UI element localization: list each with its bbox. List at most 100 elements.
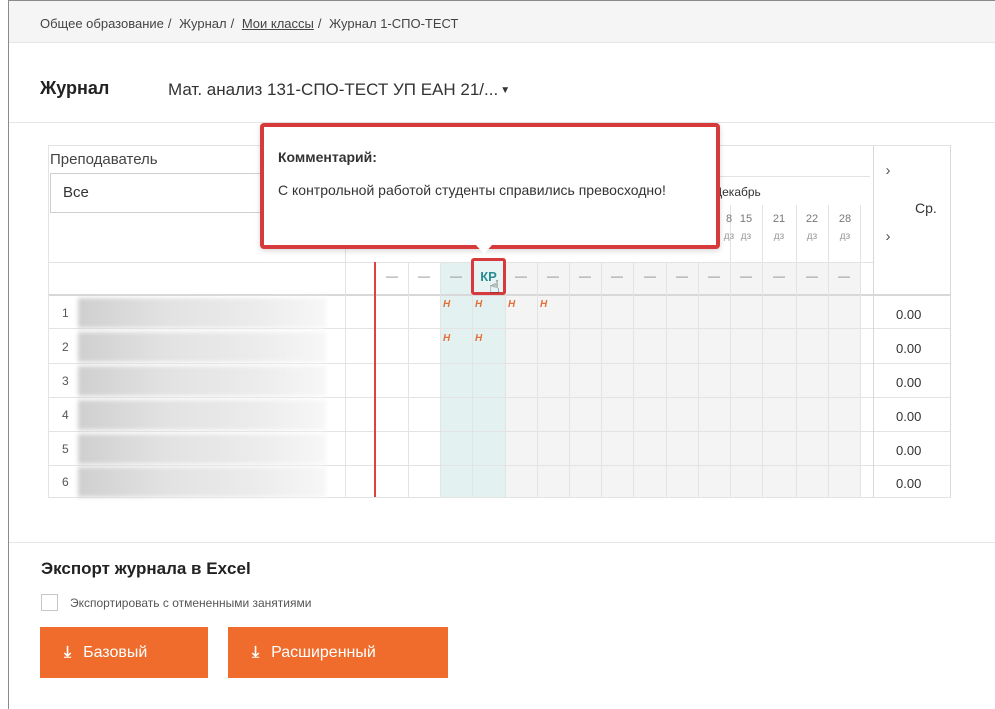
tooltip-pointer	[476, 245, 492, 254]
grid-line	[762, 205, 763, 497]
breadcrumb-separator: /	[167, 16, 172, 31]
download-icon: ⤓	[64, 643, 72, 661]
grid-line	[48, 145, 49, 497]
grid-line	[569, 262, 570, 497]
row-average: 0.00	[896, 443, 922, 458]
teacher-filter-label: Преподаватель	[50, 151, 158, 168]
student-name-redacted	[78, 467, 326, 497]
grid-line	[440, 262, 441, 497]
pointer-hand-icon: ☝	[489, 277, 500, 297]
export-title: Экспорт журнала в Excel	[41, 559, 251, 578]
grid-line	[345, 240, 346, 497]
row-average: 0.00	[896, 476, 922, 491]
breadcrumb-item-my-classes[interactable]: Мои классы	[242, 16, 314, 31]
grid-line	[408, 262, 409, 497]
row-number: 2	[62, 340, 69, 354]
absent-mark[interactable]: Н	[475, 333, 482, 344]
empty-mark[interactable]: —	[834, 269, 854, 283]
empty-mark[interactable]: —	[575, 269, 595, 283]
student-name-redacted	[78, 434, 326, 464]
export-cancelled-label[interactable]: Экспортировать с отмененными занятиями	[70, 596, 311, 610]
grid-line	[950, 145, 951, 497]
chevron-right-icon[interactable]: ›	[878, 228, 898, 245]
export-divider	[9, 542, 995, 543]
today-marker-line	[374, 262, 376, 497]
day-type: дз	[740, 231, 752, 242]
day-type: дз	[773, 231, 785, 242]
download-icon: ⤓	[252, 643, 260, 661]
grid-line	[48, 465, 951, 466]
grid-line	[873, 145, 874, 497]
grid-line	[48, 262, 873, 263]
empty-mark[interactable]: —	[769, 269, 789, 283]
day-type: дз	[839, 231, 851, 242]
empty-mark[interactable]: —	[704, 269, 724, 283]
grid-line	[505, 262, 506, 497]
breadcrumb-separator: /	[317, 16, 322, 31]
breadcrumb-item-education[interactable]: Общее образование	[40, 16, 164, 31]
absent-mark[interactable]: Н	[443, 333, 450, 344]
grid-line	[698, 262, 699, 497]
subject-dropdown[interactable]: Мат. анализ 131-СПО-ТЕСТ УП ЕАН 21/... ▼	[168, 80, 510, 100]
grid-line	[860, 205, 861, 497]
absent-mark[interactable]: Н	[508, 299, 515, 310]
grid-line	[48, 363, 951, 364]
empty-mark[interactable]: —	[446, 269, 466, 283]
breadcrumb-item-journal[interactable]: Журнал	[179, 16, 226, 31]
grid-line	[472, 262, 473, 497]
row-number: 5	[62, 442, 69, 456]
absent-mark[interactable]: Н	[475, 299, 482, 310]
empty-mark[interactable]: —	[543, 269, 563, 283]
breadcrumb-separator: /	[230, 16, 235, 31]
empty-mark[interactable]: —	[511, 269, 531, 283]
grid-line	[48, 328, 951, 329]
export-extended-label: Расширенный	[271, 643, 376, 661]
empty-mark[interactable]: —	[607, 269, 627, 283]
caret-down-icon: ▼	[500, 85, 511, 97]
day-number[interactable]: 22	[801, 213, 823, 225]
export-basic-button[interactable]: ⤓ Базовый	[40, 627, 208, 678]
empty-mark[interactable]: —	[736, 269, 756, 283]
export-basic-label: Базовый	[83, 643, 148, 661]
absent-mark[interactable]: Н	[540, 299, 547, 310]
absent-mark[interactable]: Н	[443, 299, 450, 310]
grey-column-band	[505, 262, 860, 497]
grid-line	[796, 205, 797, 497]
grid-line	[633, 262, 634, 497]
grid-line	[828, 205, 829, 497]
empty-mark[interactable]: —	[802, 269, 822, 283]
day-number[interactable]: 15	[735, 213, 757, 225]
student-name-redacted	[78, 298, 326, 328]
breadcrumb-item-current: Журнал 1-СПО-ТЕСТ	[329, 16, 459, 31]
row-average: 0.00	[896, 375, 922, 390]
grid-line	[537, 262, 538, 497]
row-number: 3	[62, 374, 69, 388]
comment-tooltip: Комментарий: С контрольной работой студе…	[260, 123, 720, 249]
empty-mark[interactable]: —	[672, 269, 692, 283]
grid-line	[601, 262, 602, 497]
empty-mark[interactable]: —	[640, 269, 660, 283]
tooltip-text: С контрольной работой студенты справилис…	[278, 182, 666, 198]
average-column-header: Ср.	[915, 200, 937, 216]
day-number[interactable]: 21	[768, 213, 790, 225]
grid-line	[730, 205, 731, 497]
empty-mark[interactable]: —	[414, 269, 434, 283]
breadcrumb: Общее образование / Журнал / Мои классы / Ж…	[9, 1, 995, 43]
student-name-redacted	[78, 366, 326, 396]
row-average: 0.00	[896, 341, 922, 356]
tooltip-title: Комментарий:	[278, 149, 377, 165]
grid-line	[48, 431, 951, 432]
export-cancelled-checkbox[interactable]	[41, 594, 58, 611]
student-name-redacted	[78, 400, 326, 430]
day-number[interactable]: 28	[834, 213, 856, 225]
export-extended-button[interactable]: ⤓ Расширенный	[228, 627, 448, 678]
empty-mark[interactable]: —	[382, 269, 402, 283]
grid-line	[48, 397, 951, 398]
page-title: Журнал	[40, 78, 110, 98]
grid-line	[720, 176, 870, 177]
teacher-filter-select[interactable]: Все	[50, 173, 265, 213]
row-average: 0.00	[896, 409, 922, 424]
row-number: 4	[62, 408, 69, 422]
student-name-redacted	[78, 332, 326, 362]
chevron-right-icon[interactable]: ›	[878, 162, 898, 179]
